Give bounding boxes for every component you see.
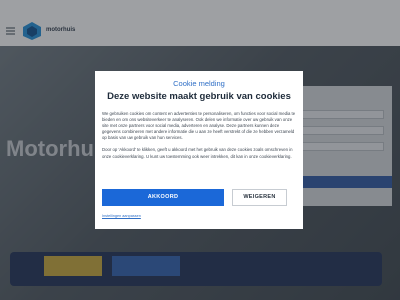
cookie-dialog-paragraph: Door op 'Akkoord' te klikken, geeft u ak… [102,147,293,159]
decline-cookies-button[interactable]: WEIGEREN [232,189,287,206]
cookie-dialog-body: We gebruiken cookies om content en adver… [102,111,296,166]
cookie-dialog-kicker: Cookie melding [173,79,225,88]
cookie-settings-link[interactable]: Instellingen aanpassen [102,214,141,218]
cookie-dialog-paragraph: We gebruiken cookies om content en adver… [102,111,296,141]
cookie-dialog: Cookie melding Deze website maakt gebrui… [95,71,303,229]
cookie-dialog-title: Deze website maakt gebruik van cookies [107,91,291,102]
accept-cookies-button[interactable]: AKKOORD [102,189,224,206]
